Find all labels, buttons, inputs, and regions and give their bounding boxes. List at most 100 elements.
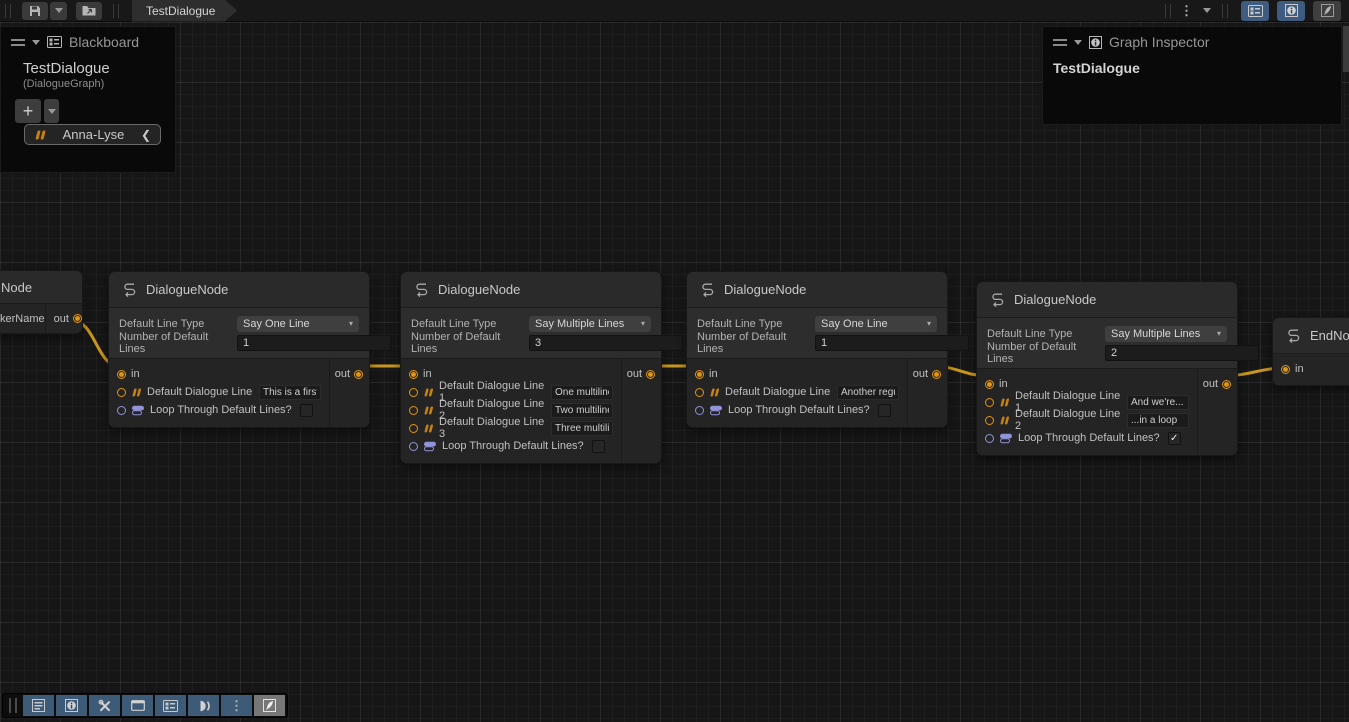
quote-icon [34,130,46,140]
num-lines-field[interactable] [529,335,683,351]
dialogue-line-field[interactable] [837,385,899,400]
dialogue-node-3[interactable]: DialogueNode Default Line Type Say One L… [686,271,948,428]
in-port[interactable] [117,370,126,379]
end-node[interactable]: EndNode in [1272,317,1349,386]
node-start-clipped[interactable]: Node kerName out [0,270,83,334]
dialogue-line-port[interactable] [985,416,994,425]
blackboard-icon [47,36,62,48]
loop-port[interactable] [409,442,418,451]
chevron-down-icon [55,8,63,13]
loop-icon [999,433,1013,444]
dialogue-node-icon [1285,328,1302,343]
node-title: DialogueNode [438,282,520,297]
loop-checkbox[interactable] [300,404,313,417]
blackboard-graph-type: (DialogueGraph) [1,77,175,90]
dialogue-node-4[interactable]: DialogueNode Default Line Type Say Multi… [976,281,1238,456]
toggle-blackboard-button[interactable] [155,695,186,716]
dialogue-node-icon [989,292,1006,307]
loop-checkbox[interactable] [592,440,605,453]
prop-label: Number of Default Lines [411,331,529,355]
in-port[interactable] [1281,365,1290,374]
loop-port[interactable] [695,406,704,415]
add-property-dropdown[interactable] [44,99,59,123]
drag-handle-icon[interactable] [9,698,17,713]
graph-inspector-panel: Graph Inspector TestDialogue [1042,26,1342,125]
toggle-window-button[interactable] [122,695,153,716]
quote-icon [999,416,1010,425]
dialogue-line-port[interactable] [985,398,994,407]
dialogue-line-port[interactable] [117,388,126,397]
toggle-dialogue-preview-button[interactable] [188,695,219,716]
open-asset-button[interactable] [76,2,102,20]
num-lines-field[interactable] [1105,345,1259,361]
dialogue-line-field[interactable] [259,385,321,400]
out-port[interactable] [1222,380,1231,389]
out-port[interactable] [73,314,82,323]
quote-icon [999,398,1010,407]
line-type-dropdown[interactable]: Say One Line ▾ [815,316,937,332]
toolbar-separator [1222,4,1228,18]
add-property-button[interactable]: + [15,99,41,123]
prop-label: Number of Default Lines [697,331,815,355]
toggle-blackboard-button[interactable] [1241,1,1269,21]
more-options-button[interactable]: ⋮ [221,695,252,716]
collapse-chevron-icon[interactable]: ❮ [141,128,151,142]
dialogue-line-field[interactable] [551,421,613,436]
in-port[interactable] [409,370,418,379]
drag-handle-icon[interactable] [11,39,25,46]
panel-title: Blackboard [69,34,139,50]
dialogue-line-port[interactable] [695,388,704,397]
save-dropdown-button[interactable] [50,2,67,20]
node-title: Node [0,271,82,304]
port-label: Loop Through Default Lines? [728,404,870,416]
dialogue-line-field[interactable] [551,385,613,400]
toggle-inspector-button[interactable] [1277,1,1305,21]
dialogue-line-port[interactable] [409,424,418,433]
line-type-dropdown[interactable]: Say Multiple Lines ▾ [529,316,651,332]
prop-label: Default Line Type [697,318,815,330]
dialogue-line-field[interactable] [1127,395,1189,410]
out-port[interactable] [354,370,363,379]
graph-editor-stage: Node kerName out DialogueNode Default Li… [0,0,1349,722]
blackboard-icon [163,700,178,712]
in-port[interactable] [985,380,994,389]
dialogue-node-2[interactable]: DialogueNode Default Line Type Say Multi… [400,271,662,464]
toggle-inspector-button[interactable] [56,695,87,716]
num-lines-field[interactable] [237,335,391,351]
quote-icon [423,388,434,397]
toggle-document-button[interactable] [23,695,54,716]
dialogue-line-port[interactable] [409,388,418,397]
line-type-dropdown[interactable]: Say One Line ▾ [237,316,359,332]
dialogue-line-port[interactable] [409,406,418,415]
panel-resize-strip[interactable] [1343,26,1349,72]
prop-label: Default Line Type [411,318,529,330]
toggle-tools-button[interactable] [89,695,120,716]
dialogue-line-field[interactable] [1127,413,1189,428]
num-lines-field[interactable] [815,335,969,351]
out-port[interactable] [646,370,655,379]
drag-handle-icon[interactable] [1053,39,1067,46]
tab-testdialogue[interactable]: TestDialogue [132,0,237,22]
more-kebab-icon[interactable]: ⋮ [1176,3,1197,19]
more-dropdown-caret[interactable] [1203,8,1211,13]
blackboard-field-anna-lyse[interactable]: Anna-Lyse ❮ [24,124,161,145]
loop-port[interactable] [117,406,126,415]
foldout-caret-icon[interactable] [1074,40,1082,45]
loop-port[interactable] [985,434,994,443]
inspector-icon [1089,36,1102,49]
dialogue-node-icon [121,282,138,297]
foldout-caret-icon[interactable] [32,40,40,45]
dialogue-line-field[interactable] [551,403,613,418]
loop-checkbox[interactable]: ✓ [1168,432,1181,445]
out-port-label: out [335,368,350,380]
blackboard-panel: Blackboard TestDialogue (DialogueGraph) … [0,26,176,173]
out-port[interactable] [932,370,941,379]
line-type-dropdown[interactable]: Say Multiple Lines ▾ [1105,326,1227,342]
toggle-quill-button[interactable] [254,695,285,716]
save-button[interactable] [22,2,48,20]
in-port[interactable] [695,370,704,379]
loop-checkbox[interactable] [878,404,891,417]
toggle-preview-button[interactable] [1313,1,1341,21]
dialogue-node-1[interactable]: DialogueNode Default Line Type Say One L… [108,271,370,428]
dropdown-value: Say Multiple Lines [1111,328,1217,340]
